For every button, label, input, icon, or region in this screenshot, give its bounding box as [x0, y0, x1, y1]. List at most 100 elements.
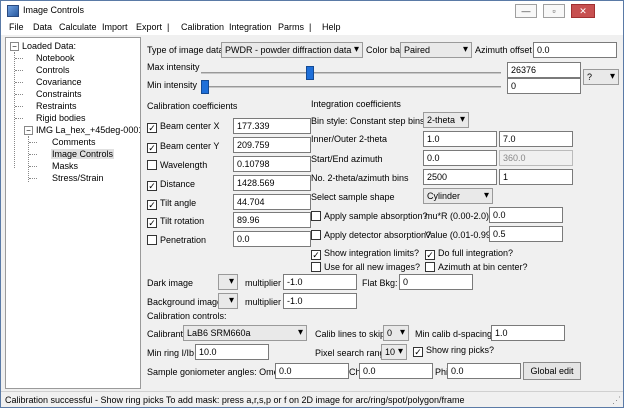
chi-input[interactable]: 0.0 [359, 363, 433, 379]
maximize-icon[interactable]: ▫ [543, 4, 565, 18]
menu-data[interactable]: Data [33, 22, 52, 32]
azimuth-bin-center-checkbox[interactable]: Azimuth at bin center? [425, 262, 528, 272]
azimuth-offset-input[interactable]: 0.0 [533, 42, 617, 58]
tree-guide [29, 166, 37, 167]
tree-guide [29, 154, 37, 155]
tree-item-comments[interactable]: Comments [52, 137, 96, 147]
max-intensity-input[interactable]: 26376 [507, 62, 581, 78]
checkbox-box: ✓ [147, 181, 157, 191]
bin-style-select[interactable]: 2-theta [423, 112, 469, 128]
background-multiplier-input[interactable]: -1.0 [283, 293, 357, 309]
show-ring-picks-checkbox[interactable]: ✓ Show ring picks? [413, 345, 494, 357]
bins-label: No. 2-theta/azimuth bins [311, 173, 409, 183]
full-integration-checkbox[interactable]: ✓ Do full integration? [425, 248, 513, 260]
mur-input[interactable]: 0.0 [489, 207, 563, 223]
checkbox-label: Show ring picks? [426, 345, 495, 355]
tree-guide [15, 118, 23, 119]
tree-item-image[interactable]: IMG La_hex_+45deg-00015.tif [36, 125, 140, 135]
distance-input[interactable]: 1428.569 [233, 175, 311, 191]
detector-value-input[interactable]: 0.5 [489, 226, 563, 242]
beam-center-x-input[interactable]: 177.339 [233, 118, 311, 134]
menu-export[interactable]: Export [136, 22, 162, 32]
checkbox-label: Distance [160, 179, 196, 189]
tree-root[interactable]: Loaded Data: [22, 41, 76, 51]
tilt-rotation-input[interactable]: 89.96 [233, 212, 311, 228]
menu-bar: File Data Calculate Import Export | Cali… [1, 21, 623, 35]
detector-absorption-checkbox[interactable]: Apply detector absorption? [311, 230, 431, 240]
checkbox-box: ✓ [425, 250, 435, 260]
help-select[interactable]: ? [583, 69, 619, 85]
checkbox-label: Beam center X [160, 121, 220, 131]
image-controls-panel: Type of image data: PWDR - powder diffra… [143, 37, 621, 389]
2theta-bins-input[interactable]: 2500 [423, 169, 497, 185]
min-d-spacing-input[interactable]: 1.0 [491, 325, 565, 341]
menu-calculate[interactable]: Calculate [59, 22, 97, 32]
slider-thumb[interactable] [201, 80, 209, 94]
menu-import[interactable]: Import [102, 22, 128, 32]
value-range-label: Value (0.01-0.99) [425, 230, 494, 240]
tree-item-image-controls[interactable]: Image Controls [51, 149, 115, 159]
show-integration-limits-checkbox[interactable]: ✓ Show integration limits? [311, 248, 419, 260]
use-for-new-images-checkbox[interactable]: Use for all new images? [311, 262, 420, 272]
tree-item-notebook[interactable]: Notebook [36, 53, 75, 63]
tree-item-stress-strain[interactable]: Stress/Strain [52, 173, 104, 183]
checkbox-label: Do full integration? [438, 248, 514, 258]
start-azimuth-input[interactable]: 0.0 [423, 150, 497, 166]
minimize-icon[interactable]: — [515, 4, 537, 18]
tree-item-masks[interactable]: Masks [52, 161, 78, 171]
dark-image-select[interactable] [218, 274, 238, 290]
global-edit-button[interactable]: Global edit [523, 362, 581, 380]
menu-parms[interactable]: Parms [278, 22, 304, 32]
menu-calibration[interactable]: Calibration [181, 22, 224, 32]
close-icon[interactable]: ✕ [571, 4, 595, 18]
tree-item-rigid-bodies[interactable]: Rigid bodies [36, 113, 86, 123]
data-tree[interactable]: − Loaded Data: Notebook Controls Covaria… [5, 37, 141, 389]
wavelength-checkbox[interactable]: Wavelength [147, 160, 207, 170]
tilt-angle-checkbox[interactable]: ✓ Tilt angle [147, 198, 196, 210]
image-type-label: Type of image data: [147, 45, 227, 55]
color-bar-select[interactable]: Paired [400, 42, 472, 58]
phi-input[interactable]: 0.0 [447, 363, 521, 379]
checkbox-box: ✓ [311, 250, 321, 260]
tilt-rotation-checkbox[interactable]: ✓ Tilt rotation [147, 216, 204, 228]
sample-absorption-checkbox[interactable]: Apply sample absorption? [311, 211, 428, 221]
checkbox-box [147, 235, 157, 245]
slider-thumb[interactable] [306, 66, 314, 80]
min-intensity-input[interactable]: 0 [507, 78, 581, 94]
menu-help[interactable]: Help [322, 22, 341, 32]
min-ring-input[interactable]: 10.0 [195, 344, 269, 360]
flat-bkg-input[interactable]: 0 [399, 274, 473, 290]
penetration-checkbox[interactable]: Penetration [147, 235, 206, 245]
omega-input[interactable]: 0.0 [275, 363, 349, 379]
dark-multiplier-input[interactable]: -1.0 [283, 274, 357, 290]
menu-file[interactable]: File [9, 22, 24, 32]
tree-item-covariance[interactable]: Covariance [36, 77, 82, 87]
collapse-icon[interactable]: − [24, 126, 33, 135]
sample-shape-select[interactable]: Cylinder [423, 188, 493, 204]
azimuth-bins-input[interactable]: 1 [499, 169, 573, 185]
distance-checkbox[interactable]: ✓ Distance [147, 179, 195, 191]
resize-grip-icon[interactable]: ⋰ [612, 395, 621, 406]
beam-center-y-input[interactable]: 209.759 [233, 137, 311, 153]
tree-item-constraints[interactable]: Constraints [36, 89, 82, 99]
tilt-angle-input[interactable]: 44.704 [233, 194, 311, 210]
background-image-select[interactable] [218, 293, 238, 309]
min-intensity-slider[interactable] [201, 79, 501, 95]
beam-center-y-checkbox[interactable]: ✓ Beam center Y [147, 141, 219, 153]
beam-center-x-checkbox[interactable]: ✓ Beam center X [147, 121, 220, 133]
tree-item-controls[interactable]: Controls [36, 65, 70, 75]
wavelength-input[interactable]: 0.10798 [233, 156, 311, 172]
penetration-input[interactable]: 0.0 [233, 231, 311, 247]
tree-item-restraints[interactable]: Restraints [36, 101, 77, 111]
menu-separator: | [167, 22, 170, 32]
pixel-search-select[interactable]: 10 [381, 344, 407, 360]
menu-integration[interactable]: Integration [229, 22, 272, 32]
calib-lines-skip-select[interactable]: 0 [383, 325, 409, 341]
min-d-spacing-label: Min calib d-spacing [415, 329, 493, 339]
calibrant-select[interactable]: LaB6 SRM660a [183, 325, 307, 341]
inner-2theta-input[interactable]: 1.0 [423, 131, 497, 147]
image-type-select[interactable]: PWDR - powder diffraction data [221, 42, 363, 58]
collapse-icon[interactable]: − [10, 42, 19, 51]
calibration-coefficients-header: Calibration coefficients [147, 101, 238, 111]
outer-2theta-input[interactable]: 7.0 [499, 131, 573, 147]
